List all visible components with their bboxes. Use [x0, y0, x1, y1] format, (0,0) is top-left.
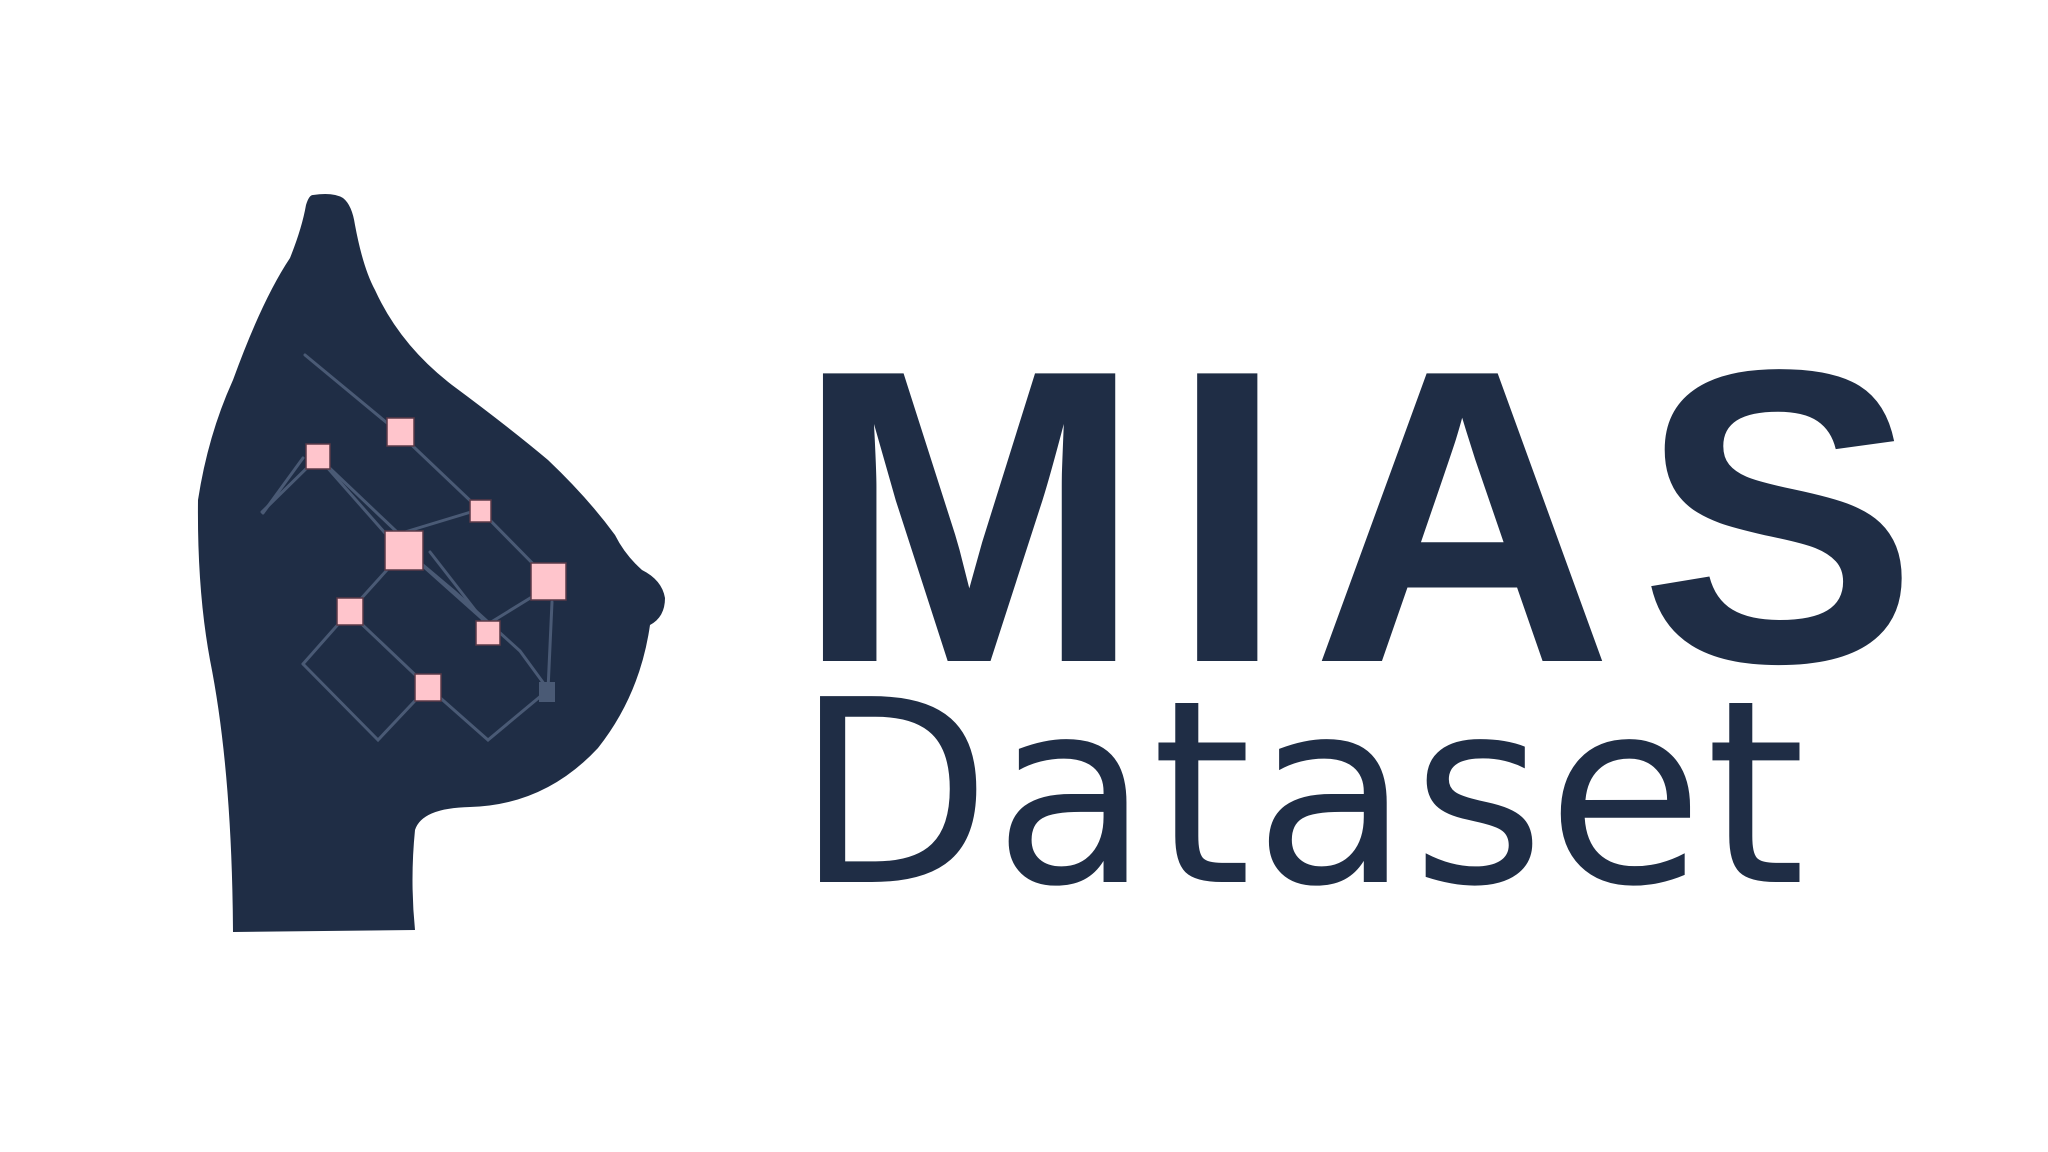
network-node: [386, 417, 415, 447]
network-node-dim: [539, 682, 555, 702]
breast-silhouette-network-icon: [197, 194, 665, 932]
network-node: [469, 499, 492, 523]
network-node: [475, 620, 501, 646]
logo-subtitle: Dataset: [795, 646, 1808, 943]
network-node: [384, 530, 424, 571]
network-node: [305, 443, 331, 470]
network-node: [414, 673, 442, 702]
network-node: [336, 597, 364, 626]
breast-silhouette: [197, 194, 665, 932]
network-node: [530, 562, 567, 601]
logo-canvas: MIAS Dataset: [0, 0, 2048, 1152]
